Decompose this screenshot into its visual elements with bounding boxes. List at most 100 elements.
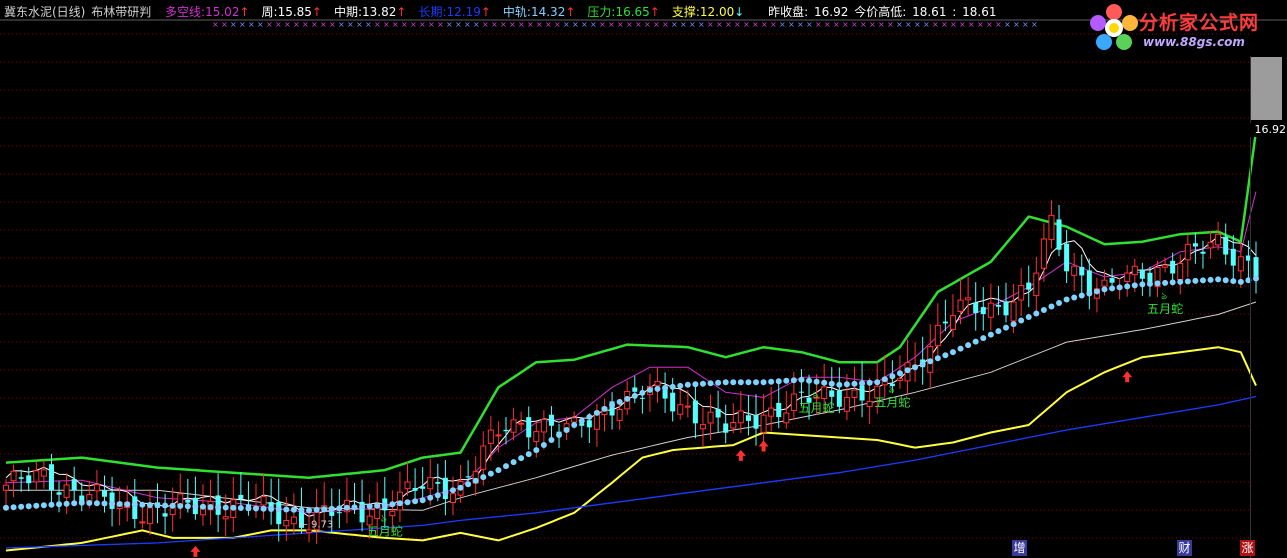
mid-band-dot xyxy=(268,506,275,513)
vertical-scrollbar[interactable] xyxy=(1251,57,1282,120)
signal-mark: ঌ xyxy=(888,384,894,395)
candle-up xyxy=(480,445,487,470)
header-item: 中期:13.82↑ xyxy=(334,5,408,19)
mid-band-dot xyxy=(836,381,843,388)
marker-x: × xyxy=(824,20,831,29)
marker-x: × xyxy=(770,20,777,29)
candle-up xyxy=(510,419,517,433)
mid-band-dot xyxy=(503,463,509,470)
candle-up xyxy=(1124,272,1131,282)
flower-logo-icon xyxy=(1090,4,1138,50)
candle-up xyxy=(783,412,790,424)
mid-band-dot xyxy=(578,417,585,424)
candle-down xyxy=(670,392,676,412)
marker-x: × xyxy=(1022,20,1029,29)
candle-down xyxy=(942,321,948,324)
candle-up xyxy=(821,386,828,400)
mid-band-dot xyxy=(283,506,290,513)
candlestick-chart[interactable]: × × × × × × × × × × × × × × × × × × × × × × × × × × × × × × × × × × × × × × × ×… xyxy=(0,0,1287,558)
marker-x: × xyxy=(284,20,291,29)
buy-arrow-icon xyxy=(1122,371,1133,383)
mid-band-dot xyxy=(3,504,9,511)
event-marker-finance[interactable]: 财 xyxy=(1177,540,1192,556)
mid-band-dot xyxy=(768,378,775,385)
marker-x: × xyxy=(212,20,219,29)
mid-band-dot xyxy=(40,502,47,509)
candle-down xyxy=(1079,266,1085,276)
candle-up xyxy=(404,481,411,490)
mid-band-dot xyxy=(851,380,858,387)
mid-band-dot xyxy=(351,504,358,511)
header-item-value: 15.02 xyxy=(205,5,240,19)
mid-band-dot xyxy=(1093,288,1100,295)
candle-up xyxy=(10,470,17,482)
candle-down xyxy=(1139,269,1145,279)
marker-x: × xyxy=(941,20,948,29)
candle-up xyxy=(533,431,540,443)
candle-up xyxy=(654,380,661,387)
candle-up xyxy=(896,378,903,381)
mid-band-dot xyxy=(927,358,934,365)
marker-x: × xyxy=(446,20,453,29)
mid-band-dot xyxy=(109,500,116,507)
mid-band-dot xyxy=(949,349,956,356)
logo-url: www.88gs.com xyxy=(1143,35,1245,49)
signal-mark: ঌ xyxy=(813,390,819,401)
candle-up xyxy=(987,302,994,318)
mid-band-dot xyxy=(859,380,866,387)
marker-x: × xyxy=(437,20,444,29)
mid-band-dot xyxy=(389,501,396,508)
candle-down xyxy=(435,482,441,484)
arrow-down-icon: ↓ xyxy=(734,5,745,19)
marker-x: × xyxy=(608,20,615,29)
header-item-value: 14.32 xyxy=(530,5,566,19)
mid-band-dot xyxy=(10,504,17,511)
mid-band-dot xyxy=(1003,324,1009,331)
marker-x: × xyxy=(248,20,255,29)
candle-up xyxy=(699,424,706,430)
marker-x: × xyxy=(626,20,633,29)
candle-up xyxy=(934,324,941,347)
mid-band-dot xyxy=(343,504,350,511)
event-marker-increase[interactable]: 增 xyxy=(1012,540,1027,556)
event-marker-limit-up[interactable]: 涨 xyxy=(1240,540,1255,556)
marker-x: × xyxy=(734,20,741,29)
marker-x: × xyxy=(671,20,678,29)
mid-band-dot xyxy=(1048,303,1055,310)
header-values: 多空线:15.02↑ 周:15.85↑ 中期:13.82↑ 长期:12.19↑ 中轨:1… xyxy=(157,5,748,19)
marker-x: × xyxy=(950,20,957,29)
header-item-label: 中期: xyxy=(333,5,363,19)
chart-window: × × × × × × × × × × × × × × × × × × × × × × × × × × × × × × × × × × × × × × × ×… xyxy=(0,0,1287,558)
marker-x: × xyxy=(752,20,759,29)
marker-x: × xyxy=(527,20,534,29)
candle-down xyxy=(980,307,986,315)
mid-band-dot xyxy=(1237,278,1244,285)
mid-band-dot xyxy=(609,401,616,408)
mid-band-dot xyxy=(533,447,540,454)
candle-up xyxy=(93,484,100,492)
mid-band-dot xyxy=(1109,285,1116,292)
mid-band-dot xyxy=(616,398,623,405)
candle-up xyxy=(760,414,767,433)
candle-up xyxy=(1033,272,1040,297)
candle-up xyxy=(540,418,547,433)
candle-up xyxy=(737,410,744,424)
candle-up xyxy=(1048,214,1055,241)
candle-down xyxy=(1109,278,1115,283)
indicator-name: 布林带研判 xyxy=(91,5,152,19)
mid-band-dot xyxy=(1177,278,1184,285)
mid-band-dot xyxy=(1025,314,1032,321)
header-item-value: 12.19 xyxy=(446,5,481,19)
mid-band-dot xyxy=(1018,317,1025,324)
long-term-line xyxy=(5,395,1257,549)
mid-band-dot xyxy=(237,505,244,512)
mid-band-dot xyxy=(230,504,237,511)
mid-band-dot xyxy=(722,379,729,386)
mid-band-dot xyxy=(1124,283,1131,290)
candle-down xyxy=(639,397,645,399)
mid-band-dot xyxy=(328,505,335,512)
mid-band-dot xyxy=(33,502,40,509)
mid-band-dot xyxy=(601,405,608,412)
mid-band-dot xyxy=(253,505,259,512)
candle-up xyxy=(2,484,10,491)
